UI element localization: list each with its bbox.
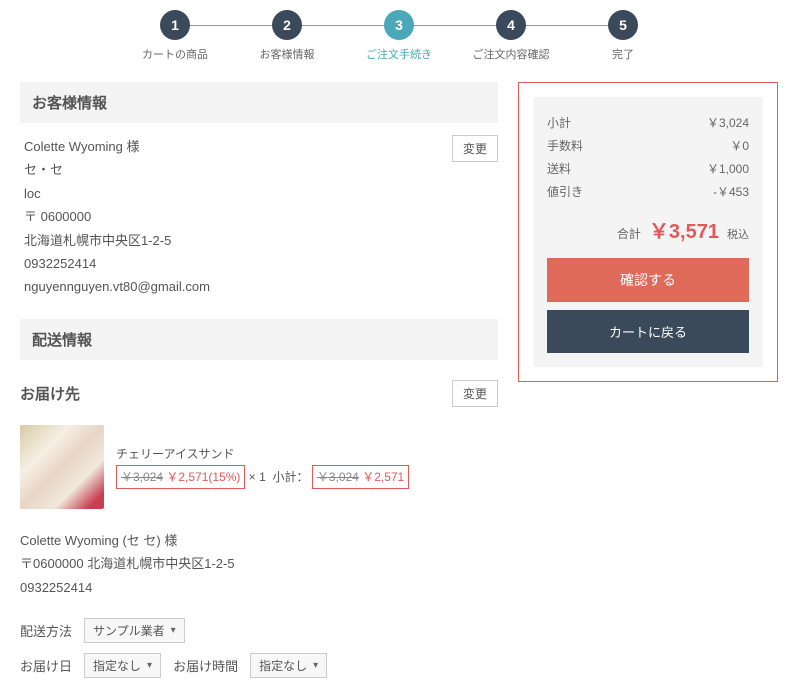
customer-info-body: 変更 Colette Wyoming 様 セ・セ loc 〒 0600000 北…: [20, 135, 498, 319]
delivery-date-label: お届け日: [20, 656, 72, 675]
checkout-steps: 1 カートの商品 2 お客様情報 3 ご注文手続き 4 ご注文内容確認 5 完了: [0, 0, 798, 82]
product-row: チェリーアイスサンド ￥3,024 ￥2,571(15%) × 1 小計： ￥3…: [20, 415, 498, 523]
delivery-date-row: お届け日 指定なし お届け時間 指定なし: [20, 648, 498, 683]
customer-name: Colette Wyoming 様: [24, 135, 494, 158]
step-label: お客様情報: [260, 46, 315, 62]
product-image: [20, 425, 104, 509]
delivery-date-select[interactable]: 指定なし: [84, 653, 161, 678]
destination-header: お届け先 変更: [20, 372, 498, 415]
step-label: 完了: [612, 46, 634, 62]
step-5: 5 完了: [567, 10, 679, 62]
summary-total: 合計 ￥3,571 税込: [547, 203, 749, 258]
step-number: 2: [272, 10, 302, 40]
customer-info-header: お客様情報: [20, 82, 498, 123]
step-number: 1: [160, 10, 190, 40]
shipping-method-row: 配送方法 サンプル業者: [20, 613, 498, 648]
total-label: 合計: [617, 225, 641, 242]
delivery-time-select[interactable]: 指定なし: [250, 653, 327, 678]
step-4: 4 ご注文内容確認: [455, 10, 567, 62]
step-2: 2 お客様情報: [231, 10, 343, 62]
customer-email: nguyennguyen.vt80@gmail.com: [24, 275, 494, 298]
step-3: 3 ご注文手続き: [343, 10, 455, 62]
step-1: 1 カートの商品: [119, 10, 231, 62]
summary-value: ￥0: [730, 137, 749, 154]
subtotal-label: 小計：: [272, 470, 308, 484]
step-label: ご注文手続き: [366, 46, 432, 62]
summary-inner: 小計 ￥3,024 手数料 ￥0 送料 ￥1,000 値引き -￥453 合計: [533, 97, 763, 367]
total-amount: ￥3,571: [649, 215, 719, 244]
shipping-info-header: 配送情報: [20, 319, 498, 360]
product-info: チェリーアイスサンド ￥3,024 ￥2,571(15%) × 1 小計： ￥3…: [116, 444, 409, 489]
summary-highlight-box: 小計 ￥3,024 手数料 ￥0 送料 ￥1,000 値引き -￥453 合計: [518, 82, 778, 382]
shipping-address: Colette Wyoming (セ セ) 様 〒0600000 北海道札幌市中…: [20, 523, 498, 613]
shipping-method-select[interactable]: サンプル業者: [84, 618, 185, 643]
summary-value: ￥3,024: [707, 114, 749, 131]
summary-label: 値引き: [547, 183, 583, 200]
summary-row-fee: 手数料 ￥0: [547, 134, 749, 157]
ship-name: Colette Wyoming (セ セ) 様: [20, 529, 498, 552]
customer-zip: 〒 0600000: [24, 205, 494, 228]
summary-row-shipping: 送料 ￥1,000: [547, 157, 749, 180]
subtotal-sale: ￥2,571: [362, 470, 404, 484]
product-name: チェリーアイスサンド: [116, 444, 409, 464]
summary-label: 送料: [547, 160, 571, 177]
section-title: 配送情報: [32, 329, 92, 350]
step-number: 5: [608, 10, 638, 40]
ship-line: 〒0600000 北海道札幌市中央区1-2-5: [20, 552, 498, 575]
customer-loc: loc: [24, 182, 494, 205]
confirm-button[interactable]: 確認する: [547, 258, 749, 302]
change-customer-button[interactable]: 変更: [452, 135, 498, 162]
summary-value: ￥1,000: [707, 160, 749, 177]
customer-tel: 0932252414: [24, 252, 494, 275]
quantity: × 1: [249, 470, 266, 484]
original-price: ￥3,024: [121, 470, 163, 484]
tax-label: 税込: [727, 226, 749, 242]
back-to-cart-button[interactable]: カートに戻る: [547, 310, 749, 353]
summary-row-subtotal: 小計 ￥3,024: [547, 111, 749, 134]
ship-tel: 0932252414: [20, 576, 498, 599]
step-label: カートの商品: [142, 46, 208, 62]
summary-value: -￥453: [713, 183, 749, 200]
delivery-time-label: お届け時間: [173, 656, 238, 675]
customer-address: 北海道札幌市中央区1-2-5: [24, 229, 494, 252]
customer-kana: セ・セ: [24, 158, 494, 181]
section-title: お客様情報: [32, 92, 107, 113]
subtotal-original: ￥3,024: [317, 470, 359, 484]
summary-row-discount: 値引き -￥453: [547, 180, 749, 203]
step-number: 3: [384, 10, 414, 40]
subtotal-price-box: ￥3,024 ￥2,571: [312, 465, 409, 489]
step-label: ご注文内容確認: [473, 46, 550, 62]
shipping-method-label: 配送方法: [20, 621, 72, 640]
product-price-box: ￥3,024 ￥2,571(15%): [116, 465, 245, 489]
change-destination-button[interactable]: 変更: [452, 380, 498, 407]
sale-price: ￥2,571(15%): [166, 470, 240, 484]
step-number: 4: [496, 10, 526, 40]
summary-label: 手数料: [547, 137, 583, 154]
summary-label: 小計: [547, 114, 571, 131]
destination-title: お届け先: [20, 383, 80, 404]
